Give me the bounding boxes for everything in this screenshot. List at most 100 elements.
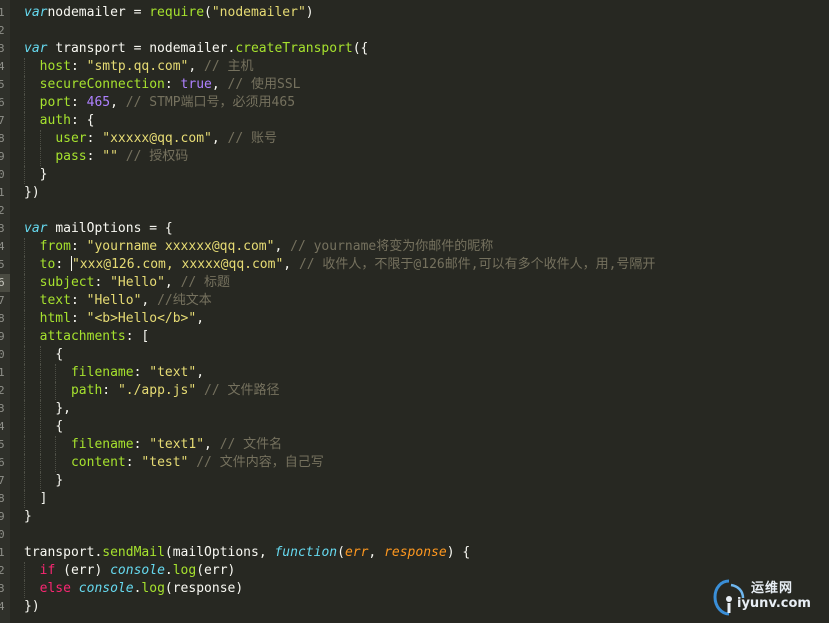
line-number: 9: [0, 330, 5, 343]
code-line[interactable]: 5 secureConnection: true, // 使用SSL: [0, 76, 829, 94]
code-text[interactable]: auth: {: [40, 112, 95, 130]
code-text[interactable]: var mailOptions = {: [24, 220, 173, 238]
code-line[interactable]: 7}: [0, 472, 829, 490]
code-text[interactable]: filename: "text1", // 文件名: [71, 436, 282, 454]
code-text[interactable]: else console.log(response): [40, 580, 244, 598]
code-editor[interactable]: 1 varnodemailer = require("nodemailer") 2 3…: [0, 0, 829, 623]
code-line[interactable]: 2: [0, 202, 829, 220]
line-number: 1: [0, 546, 5, 559]
code-line[interactable]: 6 subject: "Hello", // 标题: [0, 274, 829, 292]
code-text[interactable]: path: "./app.js" // 文件路径: [71, 382, 280, 400]
code-token: ,: [141, 293, 158, 308]
code-line[interactable]: 9}: [0, 508, 829, 526]
code-text[interactable]: ]: [40, 490, 48, 508]
code-text[interactable]: {: [55, 418, 63, 436]
code-line[interactable]: 7 text: "Hello", //纯文本: [0, 292, 829, 310]
code-text[interactable]: pass: "" // 授权码: [55, 148, 188, 166]
indent-guide: [39, 130, 41, 148]
indent-guide: [24, 400, 25, 418]
code-text[interactable]: }: [24, 508, 32, 526]
indent-guide: [39, 346, 41, 364]
code-line[interactable]: 5 to: "xxx@126.com, xxxxx@qq.com", // 收件人…: [0, 256, 829, 274]
code-line[interactable]: 4}): [0, 598, 829, 616]
code-text[interactable]: secureConnection: true, // 使用SSL: [40, 76, 301, 94]
code-text[interactable]: }: [55, 472, 63, 490]
code-line[interactable]: 2: [0, 22, 829, 40]
code-line[interactable]: 2 if (err) console.log(err): [0, 562, 829, 580]
code-text[interactable]: host: "smtp.qq.com", // 主机: [40, 58, 254, 76]
code-text[interactable]: {: [55, 346, 63, 364]
code-line[interactable]: 0}: [0, 166, 829, 184]
code-line[interactable]: 3},: [0, 400, 829, 418]
code-line[interactable]: 2 path: "./app.js" // 文件路径: [0, 382, 829, 400]
code-line[interactable]: 6 content: "test" // 文件内容，自己写: [0, 454, 829, 472]
code-token: log: [172, 563, 197, 578]
code-text[interactable]: transport.sendMail(mailOptions, function…: [24, 544, 470, 562]
code-line[interactable]: 4{: [0, 418, 829, 436]
code-text[interactable]: port: 465, // STMP端口号，必须用465: [40, 94, 295, 112]
code-token: "text1": [149, 437, 205, 452]
code-text[interactable]: html: "<b>Hello</b>",: [40, 310, 204, 328]
code-line[interactable]: 4 host: "smtp.qq.com", // 主机: [0, 58, 829, 76]
code-token: "Hello": [110, 275, 165, 290]
code-line[interactable]: 8 html: "<b>Hello</b>",: [0, 310, 829, 328]
code-text[interactable]: from: "yourname xxxxxx@qq.com", // yourn…: [40, 238, 494, 256]
indent-guide: [24, 274, 25, 292]
code-text[interactable]: varnodemailer = require("nodemailer"): [24, 4, 314, 22]
code-line[interactable]: 4 from: "yourname xxxxxx@qq.com", // your…: [0, 238, 829, 256]
code-token: "text": [149, 365, 197, 380]
code-token: (err): [196, 563, 236, 578]
indent-guide: [39, 364, 41, 382]
indent-guide: [39, 382, 41, 400]
code-text[interactable]: var transport = nodemailer.createTranspo…: [24, 40, 368, 58]
code-line[interactable]: 3 var mailOptions = {: [0, 220, 829, 238]
code-text[interactable]: }: [40, 166, 48, 184]
code-token: user: [55, 131, 87, 146]
code-token: from: [39, 239, 71, 254]
indent-guide: [39, 148, 41, 166]
line-number: 5: [0, 258, 5, 271]
indent-guide: [24, 94, 25, 112]
code-text[interactable]: subject: "Hello", // 标题: [40, 274, 230, 292]
code-line[interactable]: 1 varnodemailer = require("nodemailer"): [0, 4, 829, 22]
code-line[interactable]: 9 pass: "" // 授权码: [0, 148, 829, 166]
line-number: 0: [0, 348, 5, 361]
code-token: ,: [164, 275, 181, 290]
code-token: ,: [368, 545, 385, 560]
code-text[interactable]: }): [24, 598, 40, 616]
code-line[interactable]: 7 auth: {: [0, 112, 829, 130]
code-line[interactable]: 8]: [0, 490, 829, 508]
code-line[interactable]: 9 attachments: [: [0, 328, 829, 346]
code-line[interactable]: 1 transport.sendMail(mailOptions, functio…: [0, 544, 829, 562]
code-token: ) {: [446, 545, 471, 560]
code-line[interactable]: 3 else console.log(response): [0, 580, 829, 598]
code-line[interactable]: 5 filename: "text1", // 文件名: [0, 436, 829, 454]
code-text[interactable]: user: "xxxxx@qq.com", // 账号: [55, 130, 277, 148]
code-line[interactable]: 8 user: "xxxxx@qq.com", // 账号: [0, 130, 829, 148]
line-number: 0: [0, 528, 5, 541]
code-token: port: [39, 95, 71, 110]
indent-guide: [39, 418, 41, 436]
code-token: var: [24, 221, 48, 236]
code-text[interactable]: }): [24, 184, 40, 202]
code-text[interactable]: to: "xxx@126.com, xxxxx@qq.com", // 收件人，…: [40, 256, 656, 274]
code-text[interactable]: content: "test" // 文件内容，自己写: [71, 454, 324, 472]
code-text[interactable]: if (err) console.log(err): [40, 562, 236, 580]
line-number: 3: [0, 42, 5, 55]
code-line[interactable]: 3 var transport = nodemailer.createTransp…: [0, 40, 829, 58]
code-text[interactable]: filename: "text",: [71, 364, 204, 382]
code-text[interactable]: attachments: [: [40, 328, 150, 346]
code-text[interactable]: },: [55, 400, 71, 418]
code-token: // 收件人，不限于@126邮件,可以有多个收件人，用,号隔开: [298, 257, 656, 272]
code-token: "Hello": [86, 293, 142, 308]
line-number: 7: [0, 474, 5, 487]
code-line[interactable]: 1 filename: "text",: [0, 364, 829, 382]
code-line[interactable]: 0: [0, 526, 829, 544]
code-token: "yourname xxxxxx@qq.com": [86, 239, 275, 254]
code-text[interactable]: text: "Hello", //纯文本: [40, 292, 212, 310]
code-token: :: [70, 293, 87, 308]
code-line[interactable]: 0{: [0, 346, 829, 364]
code-line[interactable]: 6 port: 465, // STMP端口号，必须用465: [0, 94, 829, 112]
code-token: }): [24, 185, 40, 200]
code-line[interactable]: 1}): [0, 184, 829, 202]
